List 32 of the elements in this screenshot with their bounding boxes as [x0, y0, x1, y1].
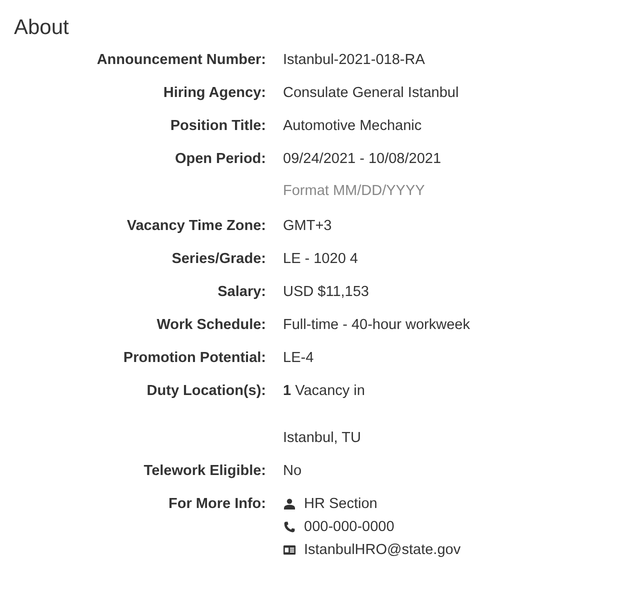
phone-icon: [283, 521, 296, 533]
field-label: Vacancy Time Zone:: [126, 217, 266, 236]
field-label: Work Schedule:: [156, 316, 266, 335]
field-label: Duty Location(s):: [146, 382, 266, 401]
section-heading: About: [14, 15, 70, 41]
field-value: GMT+3: [283, 217, 333, 236]
field-label: Series/Grade:: [170, 250, 266, 269]
field-value: No: [283, 462, 303, 481]
field-value: USD $11,153: [283, 283, 370, 302]
field-value: Consulate General Istanbul: [283, 84, 460, 103]
field-value: 1 Vacancy in: [283, 382, 366, 401]
field-label: Hiring Agency:: [162, 84, 266, 103]
field-label: Promotion Potential:: [122, 349, 266, 368]
field-value: Automotive Mechanic: [283, 117, 423, 136]
field-label: For More Info:: [168, 495, 266, 514]
field-label: Position Title:: [169, 117, 266, 136]
field-value: LE-4: [283, 349, 315, 368]
field-label: Announcement Number:: [96, 51, 266, 70]
field-value: Full-time - 40-hour workweek: [283, 316, 471, 335]
email-address: IstanbulHRO@state.gov: [304, 541, 461, 560]
field-value: Istanbul, TU: [283, 429, 362, 448]
field-value: 09/24/2021 - 10/08/2021: [283, 150, 442, 169]
contact-name: HR Section: [304, 495, 378, 514]
person-icon: [283, 498, 296, 510]
field-label: Open Period:: [174, 150, 266, 169]
field-value: Istanbul-2021-018-RA: [283, 51, 426, 70]
id-card-icon: [283, 544, 296, 556]
field-label: Telework Eligible:: [142, 462, 266, 481]
field-value: LE - 1020 4: [283, 250, 359, 269]
phone-number: 000-000-0000: [304, 518, 394, 537]
format-hint: Format MM/DD/YYYY: [283, 182, 426, 201]
field-label: Salary:: [216, 283, 266, 302]
